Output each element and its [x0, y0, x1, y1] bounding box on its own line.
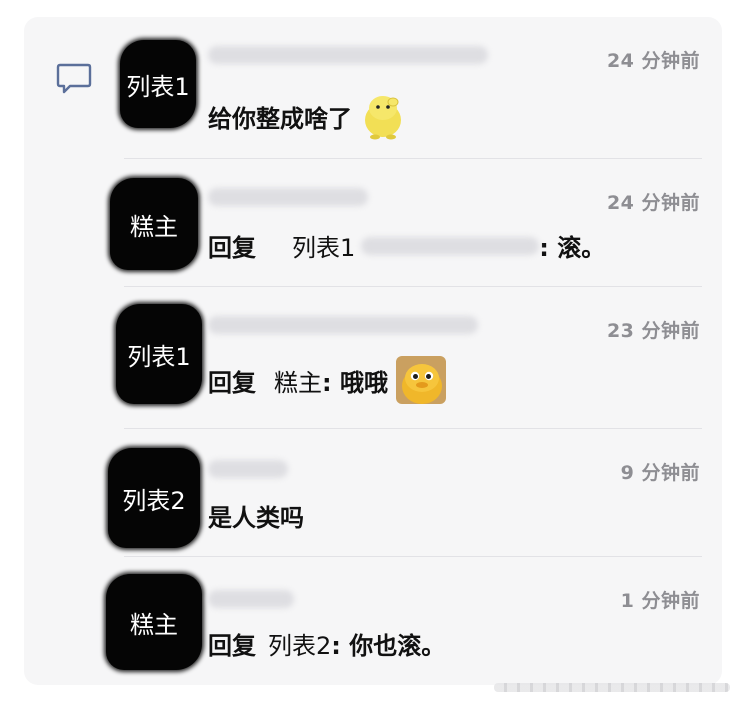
avatar[interactable]: 列表1: [116, 304, 202, 404]
avatar[interactable]: 糕主: [110, 178, 198, 270]
reply-prefix: 回复: [208, 632, 256, 660]
comment-time: 24 分钟前: [606, 192, 700, 214]
message-text: 给你整成啥了: [208, 104, 352, 133]
blurred-username: [208, 46, 488, 64]
reply-prefix: 回复: [208, 368, 256, 397]
divider: [124, 428, 702, 429]
blurred-username: [208, 316, 478, 334]
reply-to-name[interactable]: 列表1: [292, 228, 355, 263]
comment-time: 23 分钟前: [606, 320, 700, 342]
comment-text: 回复 列表1 : 滚。: [208, 228, 605, 263]
message-text: : 你也滚。: [331, 632, 446, 660]
reply-prefix: 回复: [208, 234, 256, 262]
blurred-reply-name: [361, 236, 540, 255]
avatar[interactable]: 列表2: [108, 448, 200, 548]
yellow-duck-sticker: [395, 356, 446, 404]
comment-bubble-icon[interactable]: [56, 62, 92, 94]
divider: [124, 158, 702, 159]
message-text: : 滚。: [539, 234, 606, 262]
comment-text: 回复 列表2 : 你也滚。: [208, 626, 445, 661]
divider: [124, 286, 702, 287]
comment-text: 是人类吗: [208, 498, 304, 533]
comment-text: 给你整成啥了: [208, 92, 406, 140]
divider: [124, 556, 702, 557]
comment-time: 1 分钟前: [620, 590, 700, 612]
comment-text: 回复 糕主 : 哦哦: [208, 356, 446, 404]
comment-time: 9 分钟前: [620, 462, 700, 484]
avatar[interactable]: 列表1: [120, 40, 196, 128]
blurred-username: [208, 188, 368, 206]
watermark-strip: [494, 683, 730, 692]
blurred-username: [208, 590, 294, 608]
yellow-blob-sticker: [365, 96, 401, 140]
message-text: 是人类吗: [208, 504, 304, 532]
reply-to-name[interactable]: 糕主: [274, 363, 322, 398]
reply-to-name[interactable]: 列表2: [268, 626, 331, 661]
comment-time: 24 分钟前: [606, 50, 700, 72]
message-text: : 哦哦: [322, 368, 388, 397]
blurred-username: [208, 460, 288, 478]
avatar[interactable]: 糕主: [106, 574, 202, 670]
